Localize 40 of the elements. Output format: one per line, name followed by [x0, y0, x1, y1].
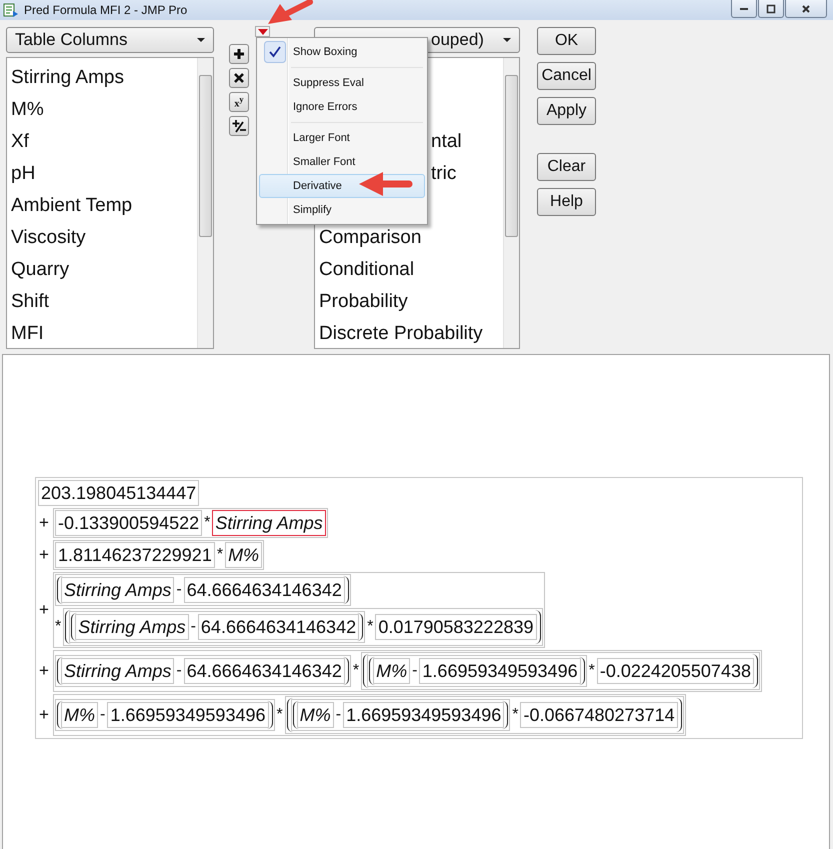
window-title: Pred Formula MFI 2 - JMP Pro [24, 3, 188, 17]
number-term: 203.198045134447 [38, 480, 200, 506]
operator: - [336, 706, 342, 724]
column-term: M% [61, 702, 98, 728]
operator: + [38, 513, 50, 533]
operator: - [100, 706, 106, 724]
number-term: 64.6664634146342 [184, 577, 345, 603]
operator: * [276, 706, 283, 724]
number-term: 64.6664634146342 [184, 658, 345, 684]
operator: * [512, 706, 518, 724]
operator: * [216, 546, 224, 564]
column-term: Stirring Amps [61, 658, 174, 684]
operator: - [412, 662, 418, 680]
number-term: -0.133900594522 [55, 510, 202, 536]
number-term: 0.01790583222839 [375, 614, 536, 640]
number-term: 1.81146237229921 [55, 542, 215, 568]
number-term: 1.66959349593496 [343, 702, 504, 728]
operator: + [38, 705, 50, 725]
column-term: Stirring Amps [61, 577, 174, 603]
column-term: M% [296, 702, 334, 728]
operator: + [38, 600, 50, 620]
operator: * [588, 662, 595, 680]
operator: + [38, 545, 50, 565]
column-term: Stirring Amps [75, 614, 189, 640]
number-term: -0.0667480273714 [520, 702, 678, 728]
number-term: 1.66959349593496 [107, 702, 268, 728]
operator: * [55, 618, 62, 636]
operator: - [176, 662, 182, 680]
operator: * [367, 618, 374, 636]
column-term: M% [225, 542, 262, 568]
operator: * [204, 514, 210, 532]
operator: + [38, 661, 50, 681]
number-term: 64.6664634146342 [198, 614, 360, 640]
column-term: Stirring Amps [212, 510, 326, 536]
operator: - [190, 618, 196, 636]
column-term: M% [373, 658, 410, 684]
number-term: -0.0224205507438 [596, 658, 754, 684]
operator: - [176, 581, 182, 599]
number-term: 1.66959349593496 [419, 658, 581, 684]
operator: * [352, 662, 360, 680]
